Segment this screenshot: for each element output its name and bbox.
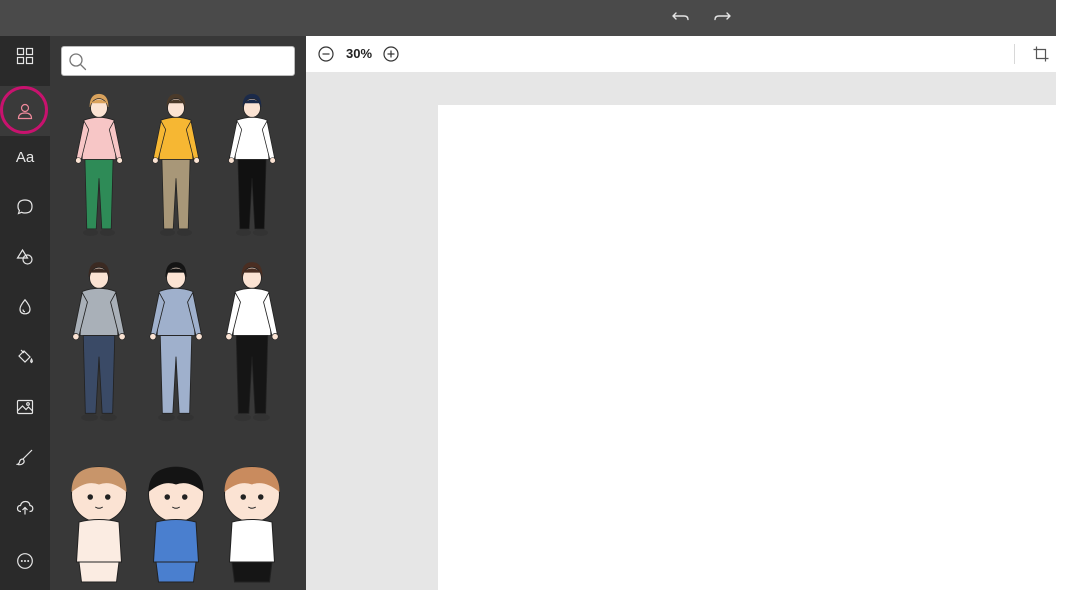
character-thumbnail-chibi-sprout[interactable] xyxy=(213,462,291,587)
redo-icon[interactable] xyxy=(710,6,734,28)
window-edge xyxy=(1056,0,1065,590)
speech-bubble-icon xyxy=(17,199,33,215)
zoom-in-button[interactable] xyxy=(382,45,400,63)
character-thumbnail-boy-pink-shirt[interactable] xyxy=(60,92,138,242)
zoom-out-icon xyxy=(318,46,334,62)
top-bar xyxy=(0,0,1056,36)
crop-icon xyxy=(1033,46,1049,62)
character-thumbnail-worker-gray-uniform[interactable] xyxy=(60,260,138,428)
zoom-out-button[interactable] xyxy=(317,45,335,63)
sidebar-item-fill[interactable] xyxy=(0,332,50,382)
upload-cloud-icon xyxy=(16,500,34,515)
character-thumbnail-chibi-pale[interactable] xyxy=(60,462,138,587)
canvas-toolbar: 30% xyxy=(306,36,1056,72)
character-thumbnail-chibi-blue-overalls[interactable] xyxy=(137,462,215,587)
character-thumbnail-boy-yellow-shirt[interactable] xyxy=(137,92,215,242)
zoom-in-icon xyxy=(383,46,399,62)
brush-icon xyxy=(16,449,33,466)
sidebar-item-brush[interactable] xyxy=(0,432,50,482)
sidebar-item-more[interactable] xyxy=(0,536,50,586)
canvas-workspace xyxy=(306,72,1056,590)
left-rail: Aa xyxy=(0,36,50,590)
sidebar-item-upload[interactable] xyxy=(0,482,50,532)
paint-bucket-icon xyxy=(18,349,33,364)
canvas-page[interactable] xyxy=(438,105,1056,590)
zoom-level: 30% xyxy=(346,46,373,61)
sidebar-item-templates[interactable] xyxy=(0,31,50,81)
shapes-icon xyxy=(16,248,33,265)
crop-button[interactable] xyxy=(1032,45,1050,63)
search-box xyxy=(61,46,295,76)
sidebar-item-images[interactable] xyxy=(0,382,50,432)
character-thumbnail-woman-blue-uniform[interactable] xyxy=(137,260,215,428)
text-icon: Aa xyxy=(15,148,35,166)
sidebar-item-effects[interactable] xyxy=(0,282,50,332)
characters-panel xyxy=(50,36,306,590)
more-icon xyxy=(17,553,33,569)
toolbar-divider xyxy=(1014,44,1015,64)
undo-icon[interactable] xyxy=(669,6,693,28)
character-thumbnail-man-white-shirt-tie[interactable] xyxy=(213,92,291,242)
sidebar-item-characters[interactable] xyxy=(0,86,50,136)
image-icon xyxy=(16,399,34,415)
sidebar-item-speech-bubbles[interactable] xyxy=(0,182,50,232)
search-icon xyxy=(68,52,88,77)
character-thumbnail-man-white-shirt-black-pants[interactable] xyxy=(213,260,291,428)
grid-icon xyxy=(16,47,34,65)
person-icon xyxy=(17,103,33,120)
drop-icon xyxy=(19,298,31,315)
sidebar-item-shapes[interactable] xyxy=(0,232,50,282)
search-input[interactable] xyxy=(92,51,288,71)
sidebar-item-text[interactable]: Aa xyxy=(0,132,50,182)
